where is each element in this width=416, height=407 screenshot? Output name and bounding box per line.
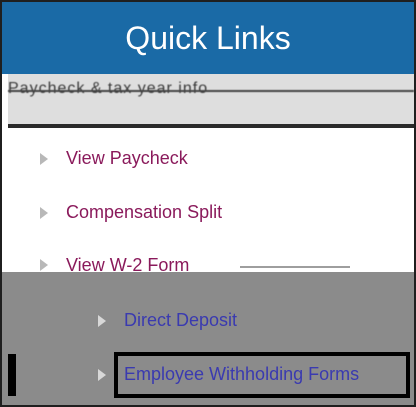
- link-label: Compensation Split: [66, 202, 223, 222]
- panel-title: Quick Links: [2, 2, 414, 74]
- subheader-text: Paycheck & tax year info: [8, 80, 414, 98]
- link-label: View Paycheck: [66, 148, 188, 168]
- left-marker: [8, 354, 16, 396]
- link-direct-deposit[interactable]: Direct Deposit: [98, 310, 237, 331]
- link-label: Employee Withholding Forms: [124, 364, 360, 384]
- triangle-right-icon: [40, 206, 48, 219]
- link-view-paycheck[interactable]: View Paycheck: [40, 148, 188, 169]
- triangle-right-icon: [40, 152, 48, 165]
- triangle-right-icon: [98, 314, 106, 327]
- triangle-right-icon: [98, 368, 106, 381]
- quick-links-panel: Quick Links Paycheck & tax year info Vie…: [0, 0, 416, 407]
- link-compensation-split[interactable]: Compensation Split: [40, 202, 222, 223]
- triangle-right-icon: [40, 259, 48, 271]
- link-label: Direct Deposit: [124, 310, 238, 330]
- subheader-bar: Paycheck & tax year info: [8, 74, 414, 128]
- panel-title-text: Quick Links: [125, 19, 291, 56]
- links-list: View Paycheck Compensation Split: [2, 128, 414, 258]
- link-employee-withholding-forms[interactable]: Employee Withholding Forms: [98, 364, 359, 385]
- divider-line: [240, 266, 350, 268]
